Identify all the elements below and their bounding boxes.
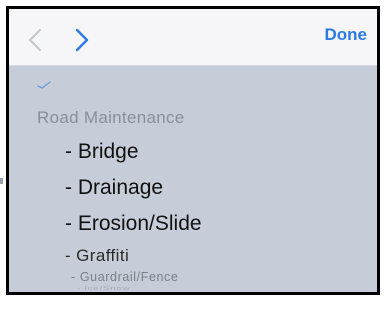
- picker-option-graffiti[interactable]: - Graffiti: [65, 246, 129, 266]
- picker-option-erosion-slide[interactable]: - Erosion/Slide: [65, 212, 202, 236]
- checkmark-icon: [37, 81, 51, 89]
- chevron-left-icon: [28, 28, 42, 52]
- done-button[interactable]: Done: [325, 25, 368, 45]
- previous-button[interactable]: [25, 27, 47, 53]
- edge-mark: [0, 178, 3, 184]
- picker-option-ice-snow[interactable]: - Ice/Snow: [77, 286, 130, 292]
- picker-option-bridge[interactable]: - Bridge: [65, 140, 139, 164]
- picker-option-road-maintenance[interactable]: Road Maintenance: [37, 108, 185, 128]
- category-picker-wheel[interactable]: Road Maintenance - Bridge - Drainage - E…: [9, 66, 377, 292]
- next-button[interactable]: [71, 27, 93, 53]
- screenshot-frame: Done Road Maintenance - Bridge - Drainag…: [6, 6, 380, 295]
- picker-option-drainage[interactable]: - Drainage: [65, 176, 163, 200]
- picker-toolbar: Done: [9, 9, 377, 66]
- picker-option-guardrail-fence[interactable]: - Guardrail/Fence: [71, 270, 178, 284]
- chevron-right-icon: [75, 28, 89, 52]
